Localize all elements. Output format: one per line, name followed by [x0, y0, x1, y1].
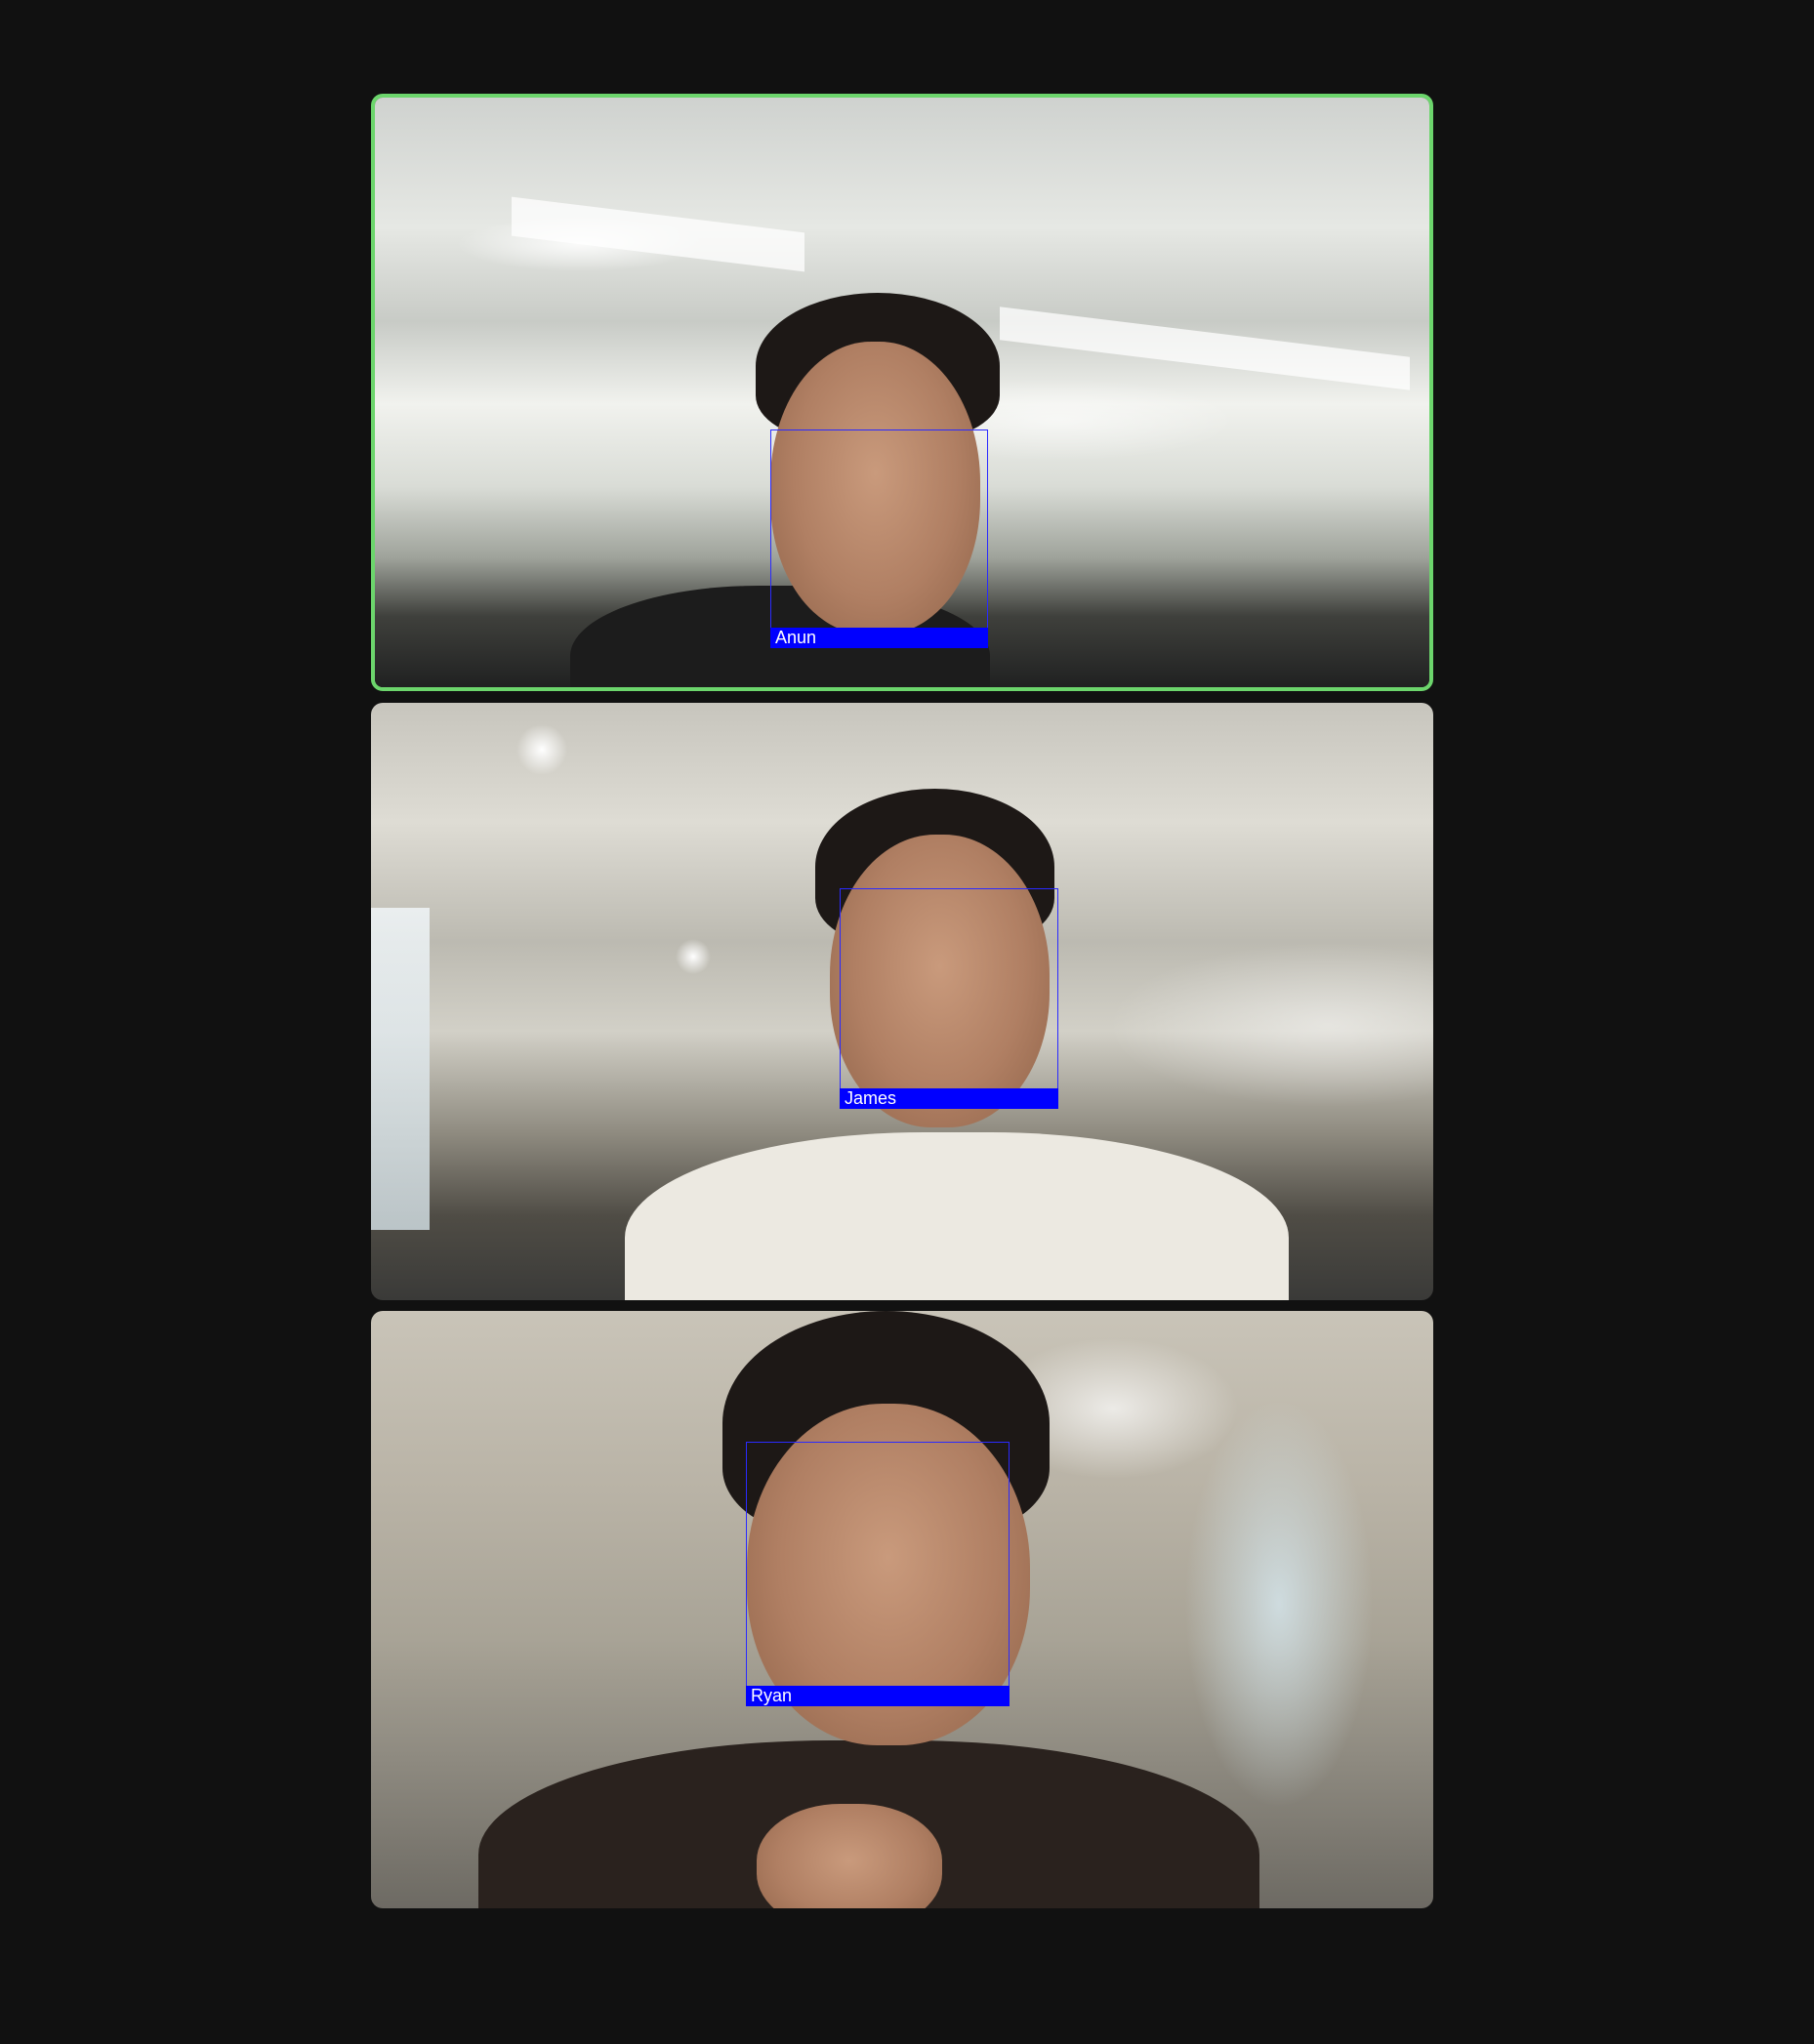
window — [371, 908, 430, 1230]
ceiling-light-panel — [512, 196, 804, 272]
face-detection-box: Anun — [770, 429, 988, 648]
face-detection-box: Ryan — [746, 1442, 1010, 1706]
participant-tile-anun[interactable]: Anun — [371, 94, 1433, 691]
hand — [757, 1804, 942, 1908]
participant-tile-james[interactable]: James — [371, 703, 1433, 1300]
face-detection-box: James — [840, 888, 1058, 1109]
video-call-grid: Anun James Ryan — [0, 0, 1814, 2044]
participant-tile-ryan[interactable]: Ryan — [371, 1311, 1433, 1908]
shirt — [625, 1132, 1289, 1300]
participant-name-label: James — [840, 1088, 1058, 1109]
participant-name-label: Ryan — [746, 1686, 1010, 1706]
participant-name-label: Anun — [770, 628, 988, 648]
ceiling-light-panel — [1000, 307, 1410, 390]
